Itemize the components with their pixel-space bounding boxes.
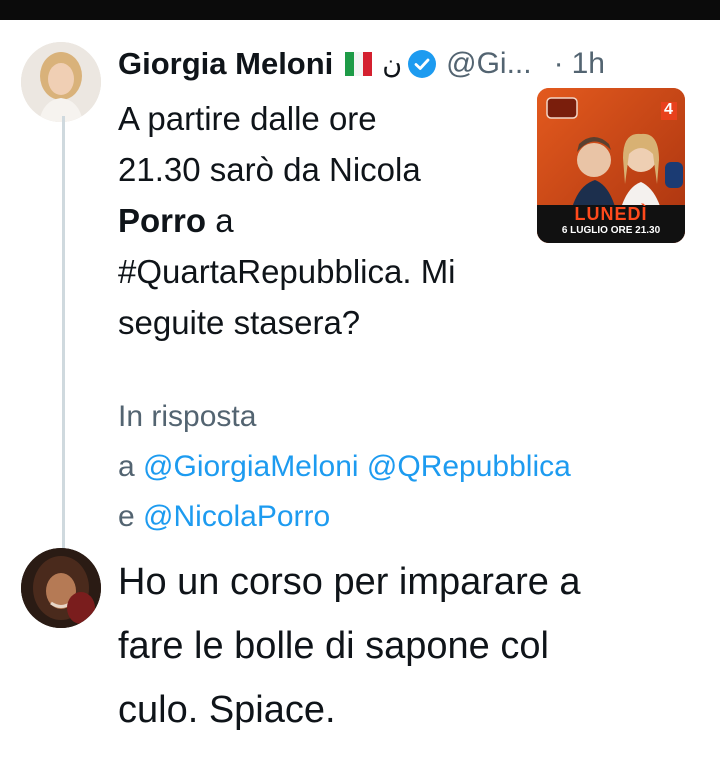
author-avatar[interactable]: [21, 42, 101, 122]
reply-author-avatar[interactable]: [21, 548, 101, 628]
media-badge-number: 4: [664, 101, 673, 118]
tweet-text-fragment: a: [215, 202, 234, 239]
tweet-text: A partire dalle ore 21.30 sarò da Nicola…: [118, 93, 533, 348]
top-bar: [0, 0, 720, 20]
tweet-bold-name: Porro: [118, 202, 207, 239]
verified-badge-icon: [408, 50, 437, 78]
author-handle[interactable]: @Gi...: [446, 47, 531, 81]
reply-text-line: culo. Spiace.: [118, 689, 336, 731]
tweet-media-image[interactable]: 4 LUNEDÌ 6 LUGLIO ORE 21.30: [537, 88, 685, 243]
thread-line: [62, 116, 65, 548]
author-name[interactable]: Giorgia Meloni: [118, 46, 333, 82]
tweet-timestamp[interactable]: 1h: [572, 47, 605, 81]
tweet-text-line: 21.30 sarò da Nicola: [118, 151, 421, 188]
media-day-label: LUNEDÌ: [574, 204, 648, 224]
tweet-text-line: Porro a: [118, 195, 533, 246]
author-avatar-image: [21, 42, 101, 122]
tweet-header: Giorgia Meloni ن @Gi... · 1h: [118, 40, 605, 88]
tweet-text-line: seguite stasera?: [118, 304, 361, 341]
header-separator: ·: [553, 47, 564, 80]
name-glyph: ن: [382, 48, 403, 79]
replying-to-e: e: [118, 500, 135, 533]
reply-text-line: fare le bolle di sapone col: [118, 625, 549, 667]
reply-text: Ho un corso per imparare a fare le bolle…: [118, 550, 718, 742]
replying-to: In risposta a @GiorgiaMeloni @QRepubblic…: [118, 392, 571, 542]
mention-link[interactable]: @GiorgiaMeloni: [143, 450, 359, 483]
mention-link[interactable]: @NicolaPorro: [143, 500, 330, 533]
italy-flag-icon: [345, 52, 373, 76]
media-date-label: 6 LUGLIO ORE 21.30: [561, 225, 661, 236]
replying-to-prefix: In risposta: [118, 400, 257, 433]
reply-avatar-image: [21, 548, 101, 628]
reply-text-line: Ho un corso per imparare a: [118, 561, 581, 603]
tweet-text-line: A partire dalle ore: [118, 100, 377, 137]
mention-link[interactable]: @QRepubblica: [367, 450, 571, 483]
replying-to-a: a: [118, 450, 135, 483]
tweet-text-line: #QuartaRepubblica. Mi: [118, 253, 456, 290]
